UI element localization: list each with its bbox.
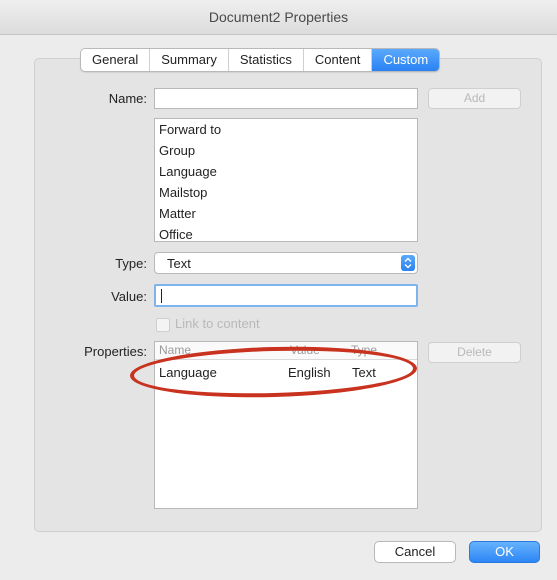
ok-button[interactable]: OK <box>469 541 540 563</box>
name-options-list[interactable]: Forward to Group Language Mailstop Matte… <box>154 118 418 242</box>
type-select[interactable]: Text <box>154 252 418 274</box>
tab-content[interactable]: Content <box>304 49 373 71</box>
chevron-updown-icon <box>401 255 415 271</box>
properties-label: Properties: <box>84 344 147 359</box>
list-item[interactable]: Forward to <box>155 119 417 140</box>
add-button[interactable]: Add <box>428 88 521 109</box>
text-cursor <box>161 289 162 303</box>
tab-summary[interactable]: Summary <box>150 49 229 71</box>
cancel-button[interactable]: Cancel <box>374 541 456 563</box>
name-field[interactable] <box>154 88 418 109</box>
list-item[interactable]: Group <box>155 140 417 161</box>
tab-bar: General Summary Statistics Content Custo… <box>80 48 441 72</box>
list-item[interactable]: Office <box>155 224 417 241</box>
value-label: Value: <box>111 289 147 304</box>
list-item[interactable]: Language <box>155 161 417 182</box>
link-to-content-checkbox[interactable] <box>156 318 170 332</box>
tab-statistics[interactable]: Statistics <box>229 49 304 71</box>
list-item[interactable]: Mailstop <box>155 182 417 203</box>
window-title: Document2 Properties <box>0 0 557 35</box>
tab-general[interactable]: General <box>81 49 151 71</box>
delete-button[interactable]: Delete <box>428 342 521 363</box>
name-label: Name: <box>108 91 147 106</box>
tab-custom[interactable]: Custom <box>372 49 440 71</box>
value-field[interactable] <box>154 284 418 307</box>
list-item[interactable]: Matter <box>155 203 417 224</box>
link-to-content-label: Link to content <box>175 316 260 331</box>
type-select-value: Text <box>167 256 191 271</box>
type-label: Type: <box>115 256 147 271</box>
